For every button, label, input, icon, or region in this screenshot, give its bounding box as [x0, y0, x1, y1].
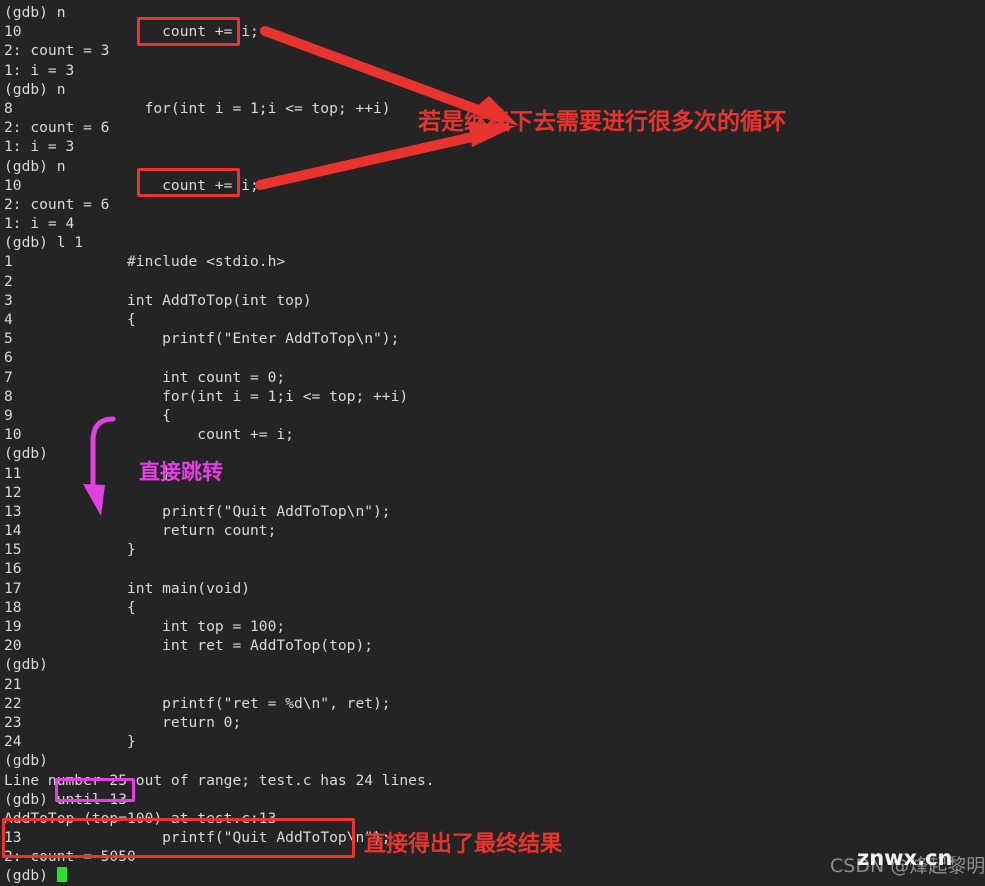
terminal-line: 20 int ret = AddToTop(top); — [4, 637, 374, 655]
terminal-line: 6 — [4, 349, 75, 367]
terminal-line: 5 printf("Enter AddToTop\n"); — [4, 330, 400, 348]
terminal-line: 1: i = 4 — [4, 215, 75, 233]
terminal-line: (gdb) n — [4, 157, 66, 175]
terminal-line: 14 return count; — [4, 522, 277, 540]
terminal-line: 8 for(int i = 1;i <= top; ++i) — [4, 99, 391, 117]
terminal-line: 23 return 0; — [4, 713, 242, 731]
terminal-line: 10 count += i; — [4, 23, 259, 41]
terminal-line: 3 int AddToTop(int top) — [4, 291, 312, 309]
terminal-line: 16 — [4, 560, 75, 578]
terminal-line: 8 for(int i = 1;i <= top; ++i) — [4, 387, 409, 405]
terminal-line: (gdb) — [4, 656, 48, 674]
terminal-line: 19 int top = 100; — [4, 618, 286, 635]
terminal-line: 10 count += i; — [4, 176, 259, 194]
terminal-line: 9 { — [4, 406, 171, 424]
terminal-line: Line number 25 out of range; test.c has … — [4, 771, 435, 789]
terminal-line: 15 } — [4, 541, 136, 559]
terminal-line: (gdb) n — [4, 80, 66, 98]
terminal-line: (gdb) until 13 — [4, 790, 128, 808]
terminal-line: 1: i = 3 — [4, 61, 75, 79]
terminal-line: (gdb) — [4, 752, 48, 770]
terminal-cursor — [56, 867, 67, 883]
terminal-line: 17 int main(void) — [4, 579, 251, 597]
terminal-line: 2: count = 5050 — [4, 848, 136, 866]
gdb-terminal[interactable]: (gdb) n 10 count += i; 2: count = 3 1: i = … — [0, 0, 985, 885]
terminal-line: 24 } — [4, 733, 136, 751]
terminal-line: 1: i = 3 — [4, 138, 75, 156]
terminal-line: 11 } — [4, 464, 171, 482]
terminal-line: 13 printf("Quit AddToTop\n"); — [4, 502, 391, 520]
terminal-line: 2 — [4, 272, 75, 290]
terminal-line: 22 printf("ret = %d\n", ret); — [4, 694, 391, 712]
terminal-line: 12 — [4, 483, 75, 501]
terminal-line: 7 int count = 0; — [4, 368, 286, 386]
terminal-line: 13 printf("Quit AddToTop\n"); — [4, 829, 391, 847]
terminal-line: 18 { — [4, 598, 136, 616]
terminal-line: 2: count = 6 — [4, 119, 110, 137]
terminal-line: (gdb) l 1 — [4, 234, 84, 252]
terminal-line: (gdb) n — [4, 4, 66, 21]
terminal-line: 2: count = 6 — [4, 195, 110, 213]
terminal-line: (gdb) — [4, 445, 48, 463]
terminal-line: (gdb) — [4, 866, 985, 885]
terminal-line: AddToTop (top=100) at test.c:13 — [4, 809, 277, 827]
terminal-line: 10 count += i; — [4, 426, 294, 444]
terminal-line: 2: count = 3 — [4, 42, 110, 60]
terminal-line: 4 { — [4, 311, 136, 328]
terminal-line: 1 #include <stdio.h> — [4, 253, 286, 271]
terminal-line: 21 — [4, 675, 75, 693]
